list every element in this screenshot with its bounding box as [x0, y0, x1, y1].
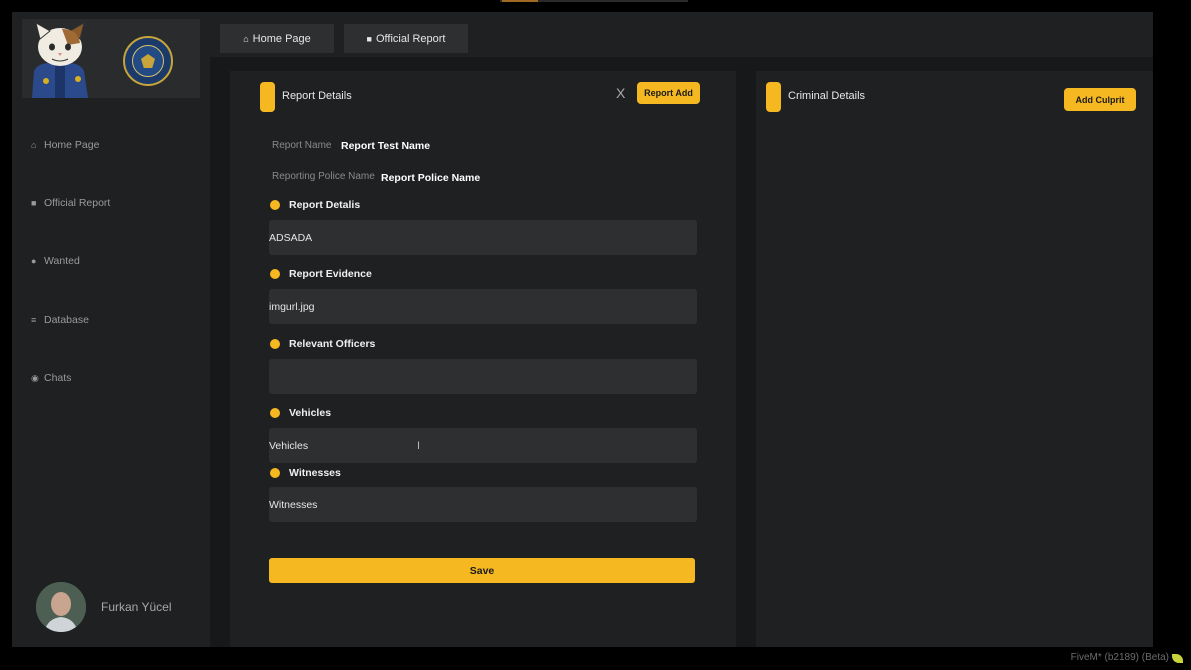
fbi-seal-icon: [123, 36, 173, 86]
user-profile[interactable]: Furkan Yücel: [36, 582, 171, 632]
bullet-icon: [270, 339, 280, 349]
sidebar-item-label: Home Page: [44, 139, 100, 151]
database-icon: ≡: [31, 315, 37, 325]
cat-mascot-logo: [32, 21, 88, 98]
bullet-icon: [270, 200, 280, 210]
bullet-icon: [270, 269, 280, 279]
top-tab-bar: ⌂ Home Page ■ Official Report: [210, 12, 1153, 57]
report-details-panel: Report Details X Report Add Report Name …: [230, 71, 736, 647]
report-evidence-input[interactable]: [269, 289, 697, 324]
tab-official-report[interactable]: ■ Official Report: [344, 24, 468, 53]
sidebar-item-label: Official Report: [44, 197, 111, 209]
folder-icon: ■: [31, 198, 37, 208]
close-button[interactable]: X: [616, 85, 625, 101]
witnesses-label: Witnesses: [289, 467, 341, 479]
report-name-value: Report Test Name: [341, 140, 431, 152]
window-top-indicator: [500, 0, 688, 2]
logo-banner: [22, 19, 200, 98]
leaf-icon: [1172, 654, 1183, 663]
report-name-label: Report Name: [272, 140, 332, 151]
home-icon: ⌂: [31, 140, 37, 150]
chat-icon: ◉: [31, 373, 39, 383]
folder-icon: ■: [366, 33, 372, 44]
bullet-icon: [270, 408, 280, 418]
witnesses-input[interactable]: [269, 487, 697, 522]
text-cursor-icon: I: [417, 440, 421, 452]
sidebar-item-database[interactable]: ≡ Database: [31, 314, 89, 326]
avatar: [36, 582, 86, 632]
tab-label: Official Report: [375, 32, 446, 45]
relevant-officers-label: Relevant Officers: [289, 338, 376, 350]
sidebar-item-wanted[interactable]: ● Wanted: [31, 255, 80, 267]
reporting-police-value: Report Police Name: [381, 172, 481, 184]
sidebar-item-label: Database: [44, 314, 89, 326]
report-details-label: Report Detalis: [289, 199, 361, 211]
add-culprit-button[interactable]: Add Culprit: [1064, 88, 1136, 111]
vehicles-input[interactable]: [269, 428, 697, 463]
bullet-icon: [270, 468, 280, 478]
tab-label: Home Page: [252, 32, 311, 45]
vehicles-label: Vehicles: [289, 407, 332, 419]
section-marker: [260, 82, 275, 112]
relevant-officers-input[interactable]: [269, 359, 697, 394]
user-name: Furkan Yücel: [101, 600, 172, 614]
status-text: FiveM* (b2189) (Beta): [1070, 652, 1169, 663]
user-icon: ●: [31, 256, 37, 266]
reporting-police-label: Reporting Police Name: [272, 171, 375, 182]
section-marker: [766, 82, 781, 112]
sidebar-item-chats[interactable]: ◉ Chats: [31, 372, 71, 384]
app-window: ⌂ Home Page ■ Official Report ● Wanted ≡ Dat…: [12, 12, 1153, 647]
sidebar-item-label: Wanted: [44, 255, 80, 267]
report-evidence-label: Report Evidence: [289, 268, 372, 280]
sidebar: ⌂ Home Page ■ Official Report ● Wanted ≡ Dat…: [12, 12, 210, 647]
sidebar-item-home-page[interactable]: ⌂ Home Page: [31, 139, 99, 151]
panel-title: Report Details: [282, 90, 352, 102]
tab-home-page[interactable]: ⌂ Home Page: [220, 24, 334, 53]
sidebar-item-label: Chats: [44, 372, 72, 384]
criminal-details-panel: Criminal Details Add Culprit: [756, 71, 1153, 647]
panel-title: Criminal Details: [788, 90, 866, 102]
report-details-input[interactable]: [269, 220, 697, 255]
sidebar-item-official-report[interactable]: ■ Official Report: [31, 197, 110, 209]
home-icon: ⌂: [243, 33, 249, 44]
report-add-button[interactable]: Report Add: [637, 82, 700, 104]
save-button[interactable]: Save: [269, 558, 695, 583]
